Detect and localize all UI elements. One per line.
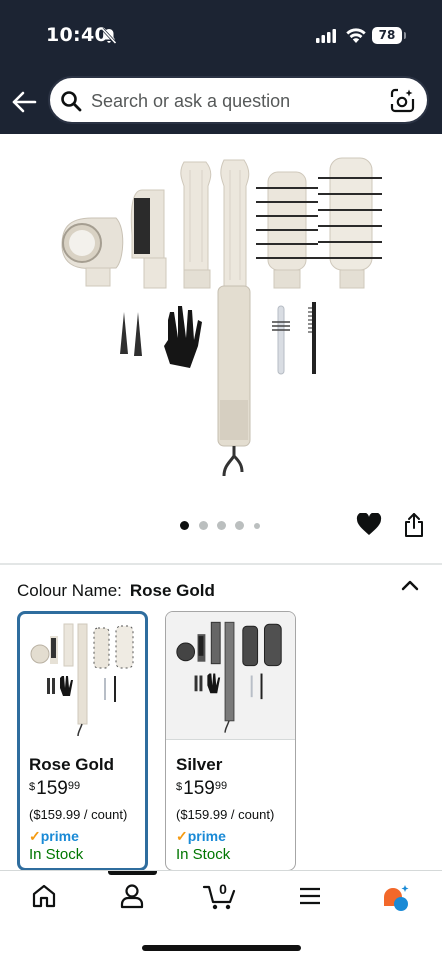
bell-muted-icon <box>101 27 117 45</box>
swatch-name: Silver <box>176 755 223 774</box>
wifi-icon <box>346 28 366 43</box>
carousel-dot[interactable] <box>254 523 260 529</box>
prime-label: prime <box>187 828 226 844</box>
chevron-up-icon[interactable] <box>401 578 419 592</box>
status-bar: 10:40 78 <box>0 0 442 70</box>
selected-colour: Rose Gold <box>129 581 215 600</box>
tail-comb <box>308 302 316 374</box>
prime-check-icon: ✓ <box>176 828 188 844</box>
rufus-assistant-icon[interactable] <box>380 883 412 913</box>
round-brush-large <box>318 157 382 289</box>
price-whole: 159 <box>36 778 68 799</box>
stock-status: In Stock <box>29 846 84 863</box>
section-divider <box>0 563 442 565</box>
search-icon <box>61 91 82 112</box>
price-currency: $ <box>29 781 36 793</box>
cart-count: 0 <box>219 881 227 897</box>
round-brush <box>256 171 318 289</box>
heart-icon[interactable] <box>356 513 382 537</box>
search-placeholder: Search or ask a question <box>91 91 291 111</box>
search-input[interactable]: Search or ask a question <box>48 76 429 124</box>
active-tab-indicator <box>108 871 157 875</box>
share-icon[interactable] <box>403 512 425 538</box>
price-whole: 159 <box>183 778 215 799</box>
concentrator-attachment <box>61 217 124 287</box>
stock-status: In Stock <box>176 846 231 863</box>
swatch-rose-gold[interactable]: Rose Gold $15999 ($159.99 / count) ✓prim… <box>17 611 148 871</box>
paddle-brush <box>130 189 167 289</box>
product-image[interactable] <box>52 150 390 482</box>
home-icon[interactable] <box>31 883 57 909</box>
carousel-dot[interactable] <box>180 521 189 530</box>
prime-check-icon: ✓ <box>29 828 41 844</box>
colour-label-text: Colour Name: <box>17 581 122 600</box>
hair-clips <box>120 312 142 356</box>
carousel-dot[interactable] <box>235 521 244 530</box>
home-indicator <box>142 945 301 951</box>
curling-barrel <box>180 161 212 289</box>
colour-name-label: Colour Name: Rose Gold <box>17 581 215 601</box>
account-icon[interactable] <box>120 883 144 909</box>
unit-price: ($159.99 / count) <box>176 807 275 822</box>
styler-handle <box>217 159 251 477</box>
battery-indicator: 78 <box>372 27 406 44</box>
prime-badge: ✓prime <box>176 828 226 845</box>
heat-glove <box>164 306 202 368</box>
swatch-thumbnail <box>30 623 134 737</box>
price-currency: $ <box>176 781 183 793</box>
swatch-name: Rose Gold <box>29 755 115 774</box>
swatch-silver[interactable]: Silver $15999 ($159.99 / count) ✓prime I… <box>165 611 296 871</box>
cleaning-tool <box>272 305 290 375</box>
swatch-thumbnail <box>166 612 295 740</box>
swatch-price: $15999 <box>176 778 227 800</box>
cellular-signal-icon <box>316 29 336 43</box>
search-header: Search or ask a question <box>0 70 442 134</box>
status-time: 10:40 <box>46 24 108 46</box>
prime-badge: ✓prime <box>29 828 79 845</box>
price-fraction: 99 <box>67 780 81 792</box>
prime-label: prime <box>40 828 79 844</box>
carousel-dot[interactable] <box>199 521 208 530</box>
camera-lens-icon[interactable] <box>390 88 415 113</box>
unit-price: ($159.99 / count) <box>29 807 128 822</box>
menu-icon[interactable] <box>298 883 322 909</box>
back-arrow-icon[interactable] <box>10 88 38 116</box>
carousel-dot[interactable] <box>217 521 226 530</box>
swatch-price: $15999 <box>29 778 80 800</box>
price-fraction: 99 <box>214 780 228 792</box>
